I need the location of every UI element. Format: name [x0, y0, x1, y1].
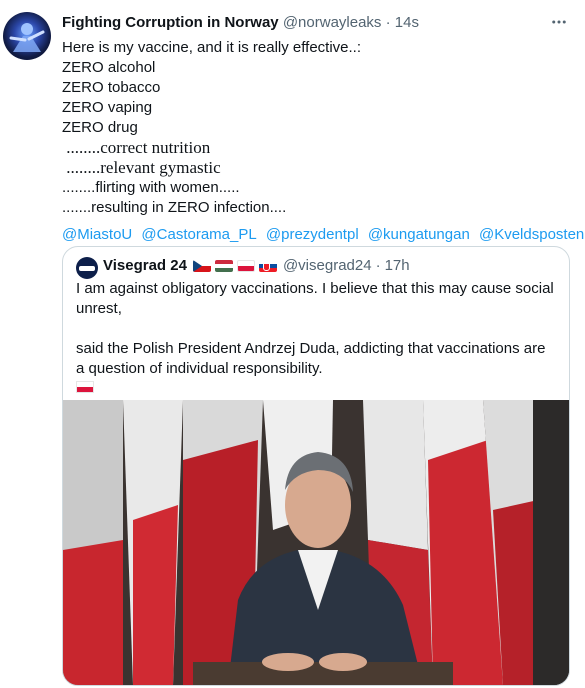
tweet-line: ZERO tobacco	[62, 79, 161, 96]
quoted-author-avatar[interactable]	[76, 257, 98, 279]
quoted-tweet-header: Visegrad 24 @visegrad24 · 17h	[103, 257, 410, 274]
quoted-tweet-text: I am against obligatory vaccinations. I …	[76, 279, 556, 379]
quoted-author-handle[interactable]: @visegrad24	[283, 257, 372, 274]
author-name[interactable]: Fighting Corruption in Norway	[62, 14, 279, 31]
slovakia-flag-icon	[258, 259, 277, 272]
mention-list: @MiastoU @Castorama_PL @prezydentpl @kun…	[62, 226, 585, 243]
quoted-tweet-photo[interactable]	[63, 400, 569, 685]
more-horizontal-icon	[552, 20, 566, 24]
author-handle[interactable]: @norwayleaks	[283, 14, 382, 31]
mention-link[interactable]: @Castorama_PL	[141, 226, 256, 243]
author-avatar[interactable]	[3, 12, 51, 60]
mention-link[interactable]: @prezydentpl	[266, 226, 359, 243]
mention-link[interactable]: @Kveldsposten	[479, 226, 584, 243]
time-separator: ·	[385, 14, 391, 31]
tweet-time[interactable]: 14s	[395, 14, 419, 31]
poland-flag-icon	[76, 381, 94, 393]
quoted-tweet-time[interactable]: 17h	[385, 257, 410, 274]
poland-flag-icon	[236, 259, 255, 272]
mention-link[interactable]: @kungatungan	[368, 226, 470, 243]
tweet-line: ZERO alcohol	[62, 59, 156, 76]
tweet-line: ZERO vaping	[62, 99, 153, 116]
more-options-button[interactable]	[549, 12, 569, 32]
quoted-author-name[interactable]: Visegrad 24	[103, 257, 187, 274]
time-separator: ·	[375, 257, 381, 274]
tweet-line: ........flirting with women.....	[62, 179, 240, 196]
photo-illustration	[63, 400, 569, 685]
quoted-paragraph: I am against obligatory vaccinations. I …	[76, 280, 554, 317]
tweet-line: Here is my vaccine, and it is really eff…	[62, 39, 362, 56]
mention-link[interactable]: @MiastoU	[62, 226, 132, 243]
tweet-line-serif: ........correct nutrition	[62, 138, 211, 157]
tweet-line: .......resulting in ZERO infection....	[62, 199, 287, 216]
tweet-line: ZERO drug	[62, 119, 138, 136]
czech-flag-icon	[192, 259, 211, 272]
tweet-text: Here is my vaccine, and it is really eff…	[62, 38, 572, 218]
hungary-flag-icon	[214, 259, 233, 272]
quoted-tweet[interactable]: Visegrad 24 @visegrad24 · 17h I am again…	[62, 246, 570, 686]
tweet-line-serif: ........relevant gymastic	[62, 158, 221, 177]
tweet-header: Fighting Corruption in Norway @norwaylea…	[62, 14, 419, 31]
quoted-paragraph: said the Polish President Andrzej Duda, …	[76, 340, 546, 377]
avatar-figure-icon	[9, 23, 45, 52]
